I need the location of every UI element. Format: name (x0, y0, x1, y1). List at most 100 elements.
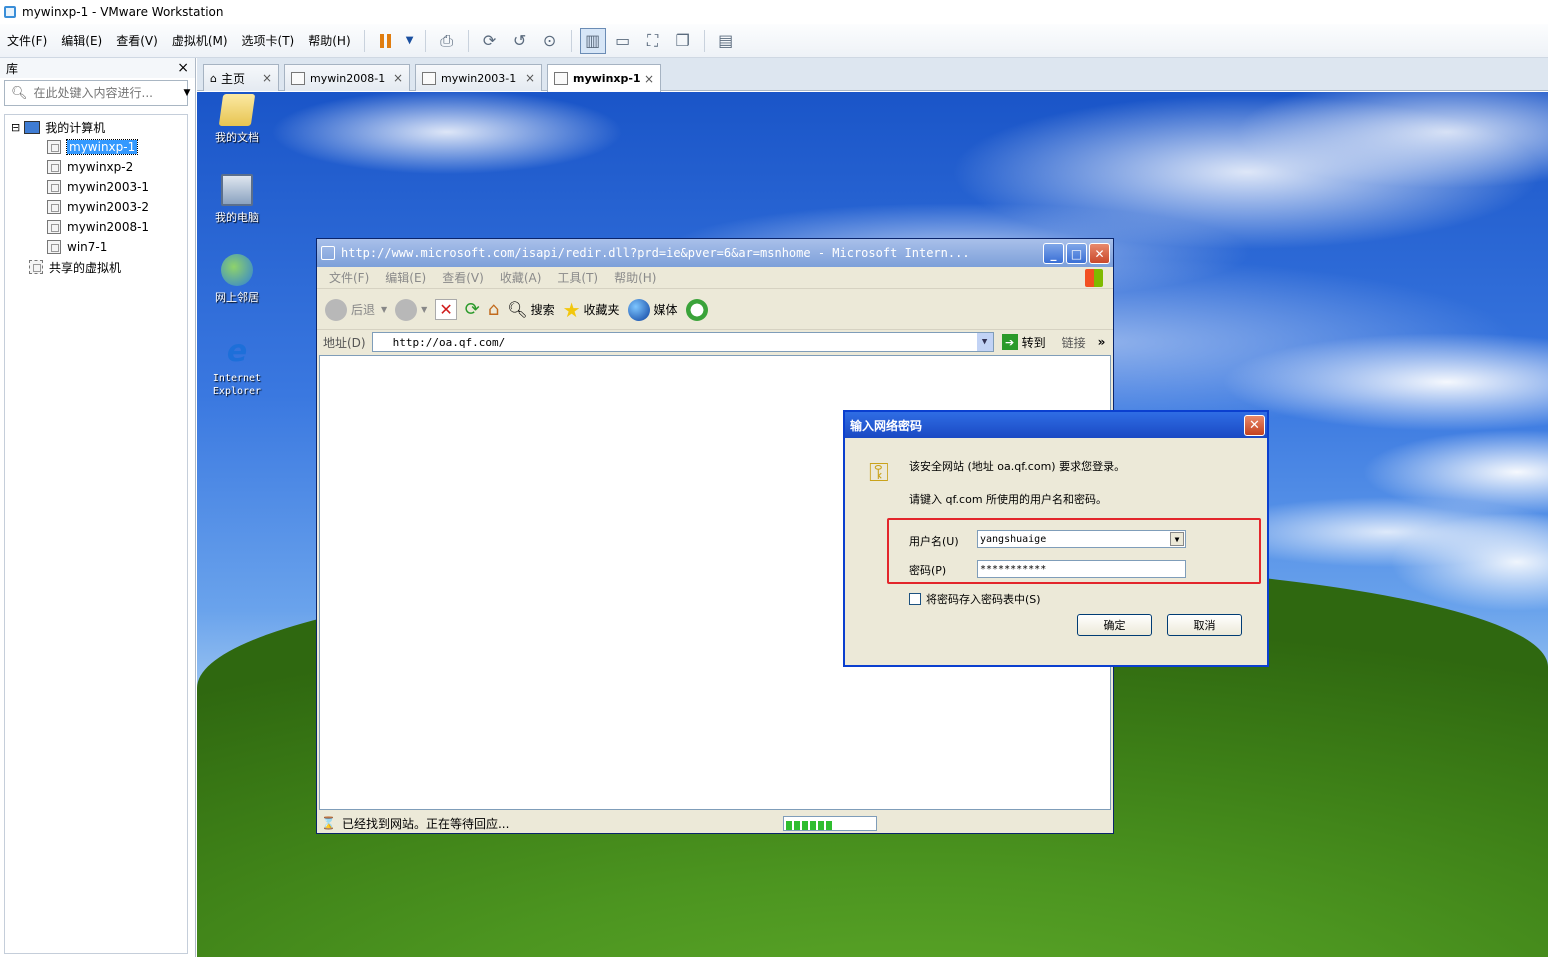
library-search-input[interactable] (33, 86, 184, 100)
search-dropdown-icon[interactable]: ▼ (184, 88, 191, 98)
vm-tree: ⊟ 我的计算机 mywinxp-1 mywinxp-2 mywin2003-1 … (4, 114, 188, 954)
stop-icon: ✕ (435, 299, 457, 320)
address-value: http://oa.qf.com/ (392, 335, 506, 349)
tab-mywin2003-1[interactable]: mywin2003-1 × (415, 64, 542, 91)
search-button[interactable]: 🔍︎ 搜索 (507, 300, 554, 319)
cancel-button[interactable]: 取消 (1167, 614, 1242, 636)
close-button[interactable]: ✕ (1089, 243, 1110, 264)
snapshot-take-icon[interactable]: ⟳ (477, 28, 503, 54)
tab-home[interactable]: ⌂ 主页 × (203, 64, 279, 91)
ie-icon: e (226, 334, 248, 369)
ie-menu-favorites[interactable]: 收藏(A) (492, 269, 550, 286)
ie-toolbar: 后退 ▼ ▼ ✕ ⟳ ⌂ 🔍︎ 搜索 ★ 收藏夹 媒体 (317, 290, 1113, 330)
media-label: 媒体 (653, 303, 678, 317)
vm-icon (47, 220, 61, 234)
show-library-icon[interactable]: ▥ (579, 27, 606, 54)
tree-node-shared-vms[interactable]: 共享的虚拟机 (29, 257, 121, 277)
maximize-button[interactable]: □ (1066, 243, 1087, 264)
ie-title-bar[interactable]: http://www.microsoft.com/isapi/redir.dll… (317, 239, 1113, 267)
stop-button[interactable]: ✕ (435, 299, 457, 320)
menu-vm[interactable]: 虚拟机(M) (165, 24, 235, 58)
minimize-button[interactable]: _ (1043, 243, 1064, 264)
menu-help[interactable]: 帮助(H) (301, 24, 357, 58)
tree-node-my-computer[interactable]: ⊟ 我的计算机 (11, 117, 105, 137)
vm-icon (47, 140, 61, 154)
forward-button[interactable]: ▼ (395, 298, 427, 321)
menu-tabs[interactable]: 选项卡(T) (235, 24, 302, 58)
hourglass-icon: ⌛ (321, 816, 336, 830)
library-close-icon[interactable]: × (177, 60, 189, 76)
ie-menu-tools[interactable]: 工具(T) (549, 269, 606, 286)
windows-logo-icon (1085, 269, 1103, 287)
ie-window-icon (321, 246, 335, 260)
vm-icon (47, 180, 61, 194)
dialog-title-bar[interactable]: 输入网络密码 (845, 412, 1267, 438)
tree-item-vm[interactable]: mywinxp-2 (47, 157, 133, 177)
desktop-icon-my-documents[interactable]: 我的文档 (205, 94, 269, 145)
library-search[interactable]: 🔍︎ ▼ (4, 80, 191, 106)
links-button[interactable]: 链接 (1062, 334, 1086, 351)
media-button[interactable]: 媒体 (627, 298, 678, 321)
highlight-box (887, 518, 1261, 584)
thumbnail-bar-icon[interactable]: ▭ (610, 28, 636, 54)
ie-menu-view[interactable]: 查看(V) (434, 269, 492, 286)
address-input[interactable]: http://oa.qf.com/ ▼ (371, 332, 994, 352)
save-password-checkbox[interactable] (909, 593, 921, 605)
favorites-button[interactable]: ★ 收藏夹 (563, 298, 620, 322)
save-password-label: 将密码存入密码表中(S) (926, 593, 1041, 606)
library-header: 库 × (0, 58, 195, 78)
tab-close-icon[interactable]: × (262, 71, 272, 85)
power-dropdown-icon[interactable]: ▼ (403, 28, 417, 54)
tree-item-vm[interactable]: mywin2003-2 (47, 197, 149, 217)
menu-view[interactable]: 查看(V) (109, 24, 165, 58)
desktop-icon-label: 网上邻居 (215, 291, 259, 304)
tab-close-icon[interactable]: × (393, 71, 403, 85)
full-screen-icon[interactable]: ⛶ (640, 28, 666, 54)
tree-expander-icon[interactable]: ⊟ (11, 121, 20, 134)
ie-menu-file[interactable]: 文件(F) (321, 269, 377, 286)
refresh-button[interactable]: ⟳ (465, 299, 480, 320)
vm-icon (47, 160, 61, 174)
go-button[interactable]: ➔ 转到 (1001, 334, 1046, 351)
tree-item-vm[interactable]: mywin2003-1 (47, 177, 149, 197)
menu-file[interactable]: 文件(F) (0, 24, 54, 58)
unity-icon[interactable]: ❐ (670, 28, 696, 54)
snapshot-revert-icon[interactable]: ↺ (507, 28, 533, 54)
tree-item-vm[interactable]: mywin2008-1 (47, 217, 149, 237)
address-label: 地址(D) (323, 335, 366, 350)
pause-vm-button[interactable] (373, 28, 399, 54)
desktop-icon-internet-explorer[interactable]: e Internet Explorer (205, 334, 269, 398)
console-view-icon[interactable]: ▤ (713, 28, 739, 54)
snapshot-manager-icon[interactable]: ⊙ (537, 28, 563, 54)
home-button[interactable]: ⌂ (488, 299, 499, 320)
tree-item-vm[interactable]: mywinxp-1 (47, 137, 139, 157)
address-dropdown-icon[interactable]: ▼ (976, 333, 993, 351)
ok-button[interactable]: 确定 (1077, 614, 1152, 636)
ie-menu-edit[interactable]: 编辑(E) (377, 269, 434, 286)
tree-item-vm[interactable]: win7-1 (47, 237, 107, 257)
tab-close-icon[interactable]: × (644, 72, 654, 86)
tab-mywin2008-1[interactable]: mywin2008-1 × (284, 64, 410, 91)
back-button[interactable]: 后退 ▼ (325, 298, 387, 321)
shared-vm-icon (29, 260, 43, 274)
desktop-icon-label: 我的电脑 (215, 211, 259, 224)
save-password-option[interactable]: 将密码存入密码表中(S) (909, 591, 1041, 607)
go-arrow-icon: ➔ (1001, 334, 1018, 350)
tab-mywinxp-1[interactable]: mywinxp-1 × (547, 64, 661, 92)
status-text: 已经找到网站。正在等待回应... (341, 816, 510, 831)
send-ctrl-alt-del-icon[interactable]: ⎙ (434, 28, 460, 54)
desktop-icon-label: Internet Explorer (212, 373, 262, 397)
menu-edit[interactable]: 编辑(E) (54, 24, 109, 58)
toolbar-separator (467, 29, 469, 52)
desktop-icon-my-computer[interactable]: 我的电脑 (205, 174, 269, 225)
back-dropdown-icon[interactable]: ▼ (381, 305, 387, 314)
chevron-right-icon[interactable]: » (1098, 335, 1106, 349)
ie-window-title: http://www.microsoft.com/isapi/redir.dll… (341, 246, 970, 260)
ie-menu-help[interactable]: 帮助(H) (606, 269, 664, 286)
history-button[interactable] (685, 298, 712, 321)
dialog-close-button[interactable]: ✕ (1244, 415, 1265, 436)
desktop-icon-network-places[interactable]: 网上邻居 (205, 254, 269, 305)
tab-close-icon[interactable]: × (525, 71, 535, 85)
forward-dropdown-icon[interactable]: ▼ (421, 305, 427, 314)
tree-label: win7-1 (67, 240, 108, 254)
